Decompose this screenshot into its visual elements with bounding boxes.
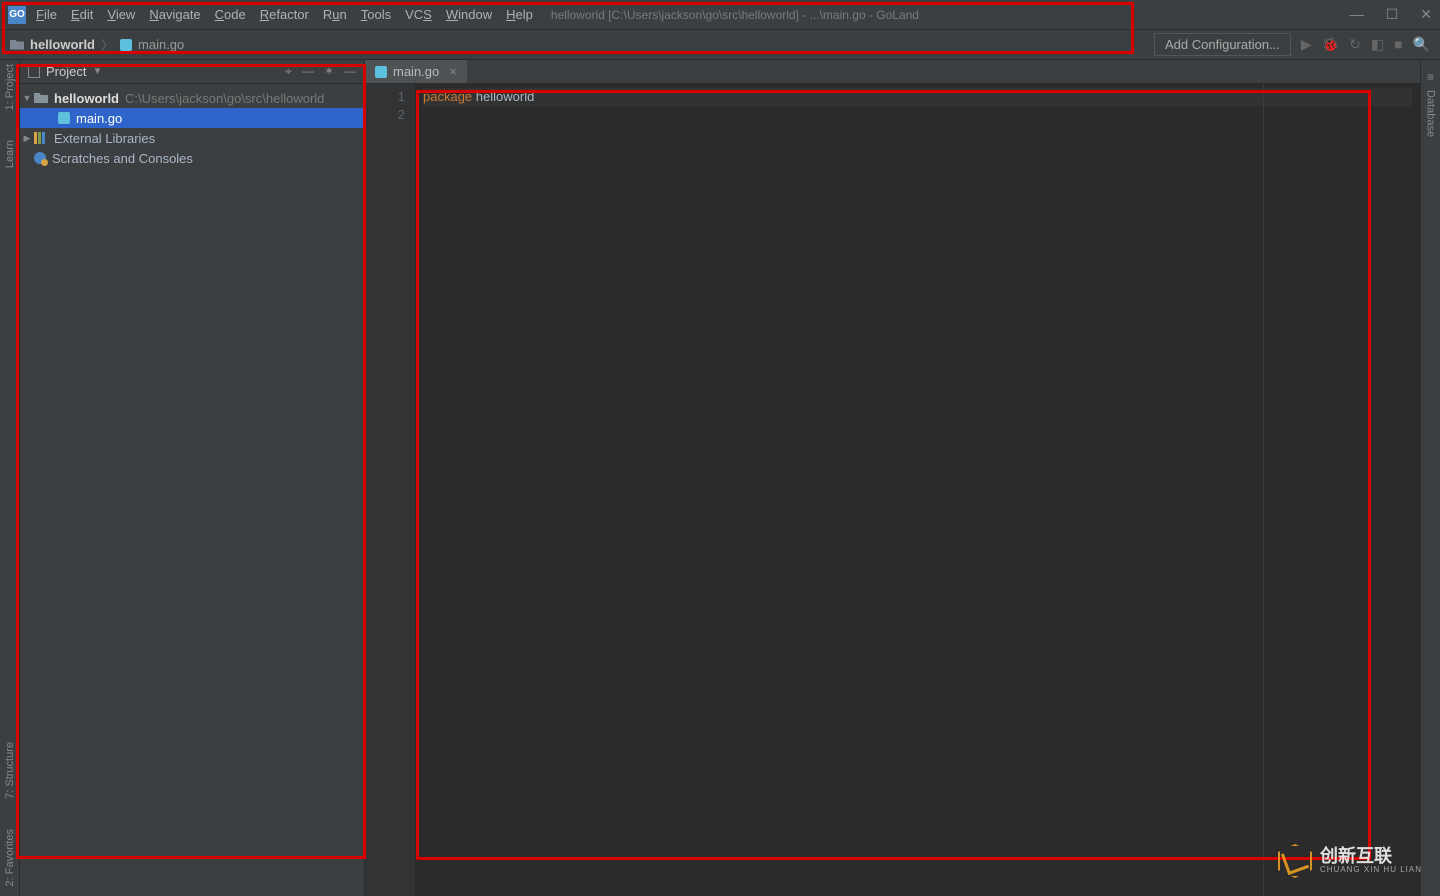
watermark-cn: 创新互联 bbox=[1320, 847, 1422, 866]
line-gutter: 1 2 bbox=[365, 84, 415, 896]
scratches-label: Scratches and Consoles bbox=[52, 151, 193, 166]
titlebar: GO File Edit View Navigate Code Refactor… bbox=[0, 0, 1440, 30]
folder-icon bbox=[34, 93, 48, 103]
maximize-icon[interactable]: ☐ bbox=[1386, 6, 1399, 23]
breadcrumb-project[interactable]: helloworld bbox=[30, 37, 95, 52]
tool-learn[interactable]: Learn bbox=[4, 140, 16, 168]
breadcrumb-file[interactable]: main.go bbox=[138, 37, 184, 52]
profile-icon[interactable]: ◧ bbox=[1371, 36, 1384, 53]
project-tree: ▼ helloworld C:\Users\jackson\go\src\hel… bbox=[20, 84, 364, 172]
external-libs-label: External Libraries bbox=[54, 131, 155, 146]
tool-database[interactable]: Database bbox=[1425, 90, 1437, 137]
go-file-icon bbox=[120, 39, 132, 51]
left-tool-strip: 1: Project Learn 7: Structure 2: Favorit… bbox=[0, 60, 20, 896]
window-controls: ― ☐ ✕ bbox=[1350, 6, 1432, 23]
nav-bar: helloworld 〉 main.go Add Configuration..… bbox=[0, 30, 1440, 60]
watermark-logo-icon bbox=[1278, 844, 1312, 878]
tool-favorites[interactable]: 2: Favorites bbox=[4, 829, 16, 886]
minimize-icon[interactable]: ― bbox=[1350, 6, 1364, 23]
scratches-icon bbox=[34, 152, 46, 164]
search-icon[interactable]: 🔍 bbox=[1413, 36, 1430, 53]
database-icon[interactable]: ≡ bbox=[1427, 70, 1434, 84]
tree-file-main[interactable]: main.go bbox=[20, 108, 364, 128]
menu-code[interactable]: Code bbox=[215, 7, 246, 22]
stop-icon[interactable]: ■ bbox=[1394, 36, 1402, 53]
goland-logo-icon: GO bbox=[8, 6, 26, 24]
tool-structure[interactable]: 7: Structure bbox=[4, 742, 16, 799]
root-path: C:\Users\jackson\go\src\helloworld bbox=[125, 91, 324, 106]
expand-icon[interactable]: ▶ bbox=[20, 133, 34, 144]
menu-navigate[interactable]: Navigate bbox=[149, 7, 200, 22]
menu-tools[interactable]: Tools bbox=[361, 7, 391, 22]
debug-icon[interactable]: 🐞 bbox=[1322, 36, 1339, 53]
tree-external-libs[interactable]: ▶ External Libraries bbox=[20, 128, 364, 148]
breadcrumb: helloworld 〉 main.go bbox=[10, 35, 184, 54]
dropdown-icon[interactable]: ▼ bbox=[92, 66, 102, 77]
coverage-icon[interactable]: ↻ bbox=[1349, 36, 1361, 53]
tab-close-icon[interactable]: × bbox=[449, 64, 457, 79]
code-keyword: package bbox=[423, 89, 472, 104]
hide-icon[interactable]: — bbox=[344, 64, 356, 79]
go-file-icon bbox=[58, 112, 70, 124]
collapse-icon[interactable]: ― bbox=[302, 64, 314, 79]
add-configuration-button[interactable]: Add Configuration... bbox=[1154, 33, 1291, 56]
code-editor[interactable]: package helloworld bbox=[415, 84, 1420, 896]
locate-icon[interactable]: ⌖ bbox=[285, 64, 292, 79]
main-menu: File Edit View Navigate Code Refactor Ru… bbox=[36, 7, 533, 22]
editor-tabs: main.go × bbox=[365, 60, 1420, 84]
watermark-py: CHUANG XIN HU LIAN bbox=[1320, 866, 1422, 874]
menu-view[interactable]: View bbox=[107, 7, 135, 22]
project-view-icon bbox=[28, 66, 40, 78]
menu-file[interactable]: File bbox=[36, 7, 57, 22]
tab-label: main.go bbox=[393, 64, 439, 79]
menu-refactor[interactable]: Refactor bbox=[260, 7, 309, 22]
menu-run[interactable]: Run bbox=[323, 7, 347, 22]
project-panel: Project ▼ ⌖ ― ✶ — ▼ helloworld C:\Users\… bbox=[20, 60, 365, 896]
close-icon[interactable]: ✕ bbox=[1420, 6, 1432, 23]
line-number: 1 bbox=[365, 88, 405, 106]
tree-scratches[interactable]: Scratches and Consoles bbox=[20, 148, 364, 168]
code-ident: helloworld bbox=[476, 89, 535, 104]
project-panel-title[interactable]: Project bbox=[46, 64, 86, 79]
libraries-icon bbox=[34, 132, 48, 144]
root-name: helloworld bbox=[54, 91, 119, 106]
go-file-icon bbox=[375, 66, 387, 78]
breadcrumb-separator: 〉 bbox=[101, 35, 114, 54]
watermark: 创新互联 CHUANG XIN HU LIAN bbox=[1278, 844, 1422, 878]
window-title: helloworld [C:\Users\jackson\go\src\hell… bbox=[551, 8, 919, 22]
menu-edit[interactable]: Edit bbox=[71, 7, 93, 22]
settings-icon[interactable]: ✶ bbox=[324, 64, 334, 79]
run-icon[interactable]: ▶ bbox=[1301, 36, 1312, 53]
right-tool-strip: ≡ Database bbox=[1420, 60, 1440, 896]
menu-window[interactable]: Window bbox=[446, 7, 492, 22]
editor-area: main.go × 1 2 package helloworld bbox=[365, 60, 1420, 896]
line-number: 2 bbox=[365, 106, 405, 124]
expand-icon[interactable]: ▼ bbox=[20, 93, 34, 103]
file-name: main.go bbox=[76, 111, 122, 126]
menu-help[interactable]: Help bbox=[506, 7, 533, 22]
folder-icon bbox=[10, 40, 24, 50]
menu-vcs[interactable]: VCS bbox=[405, 7, 432, 22]
tool-project[interactable]: 1: Project bbox=[4, 64, 16, 110]
tree-root[interactable]: ▼ helloworld C:\Users\jackson\go\src\hel… bbox=[20, 88, 364, 108]
right-margin-guide bbox=[1263, 84, 1264, 896]
project-panel-header: Project ▼ ⌖ ― ✶ — bbox=[20, 60, 364, 84]
tab-main-go[interactable]: main.go × bbox=[365, 60, 467, 83]
